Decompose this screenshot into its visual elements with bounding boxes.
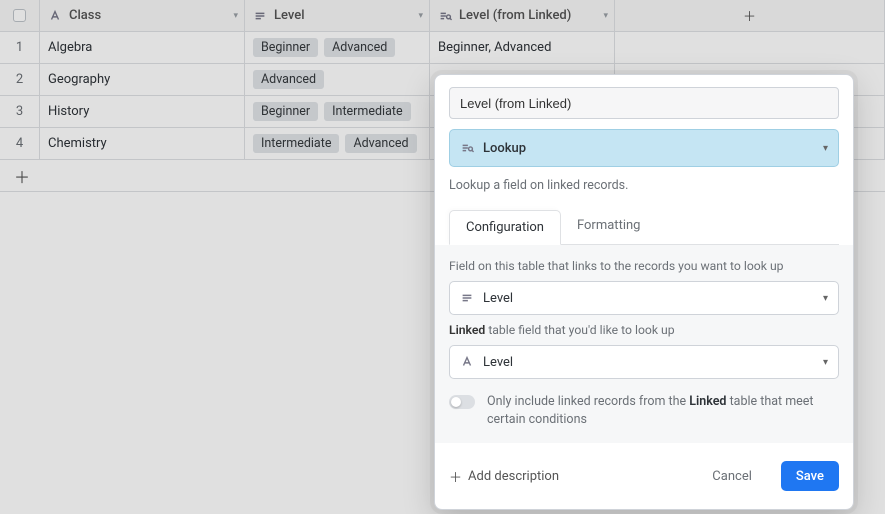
conditions-toggle[interactable] (449, 395, 475, 409)
multiselect-field-icon (460, 291, 475, 305)
target-field-select[interactable]: Level ▾ (449, 345, 839, 379)
field-name-input[interactable] (449, 87, 839, 119)
chevron-down-icon: ▾ (823, 357, 828, 368)
chevron-down-icon: ▾ (823, 293, 828, 304)
plus-icon: ＋ (449, 467, 462, 486)
text-field-icon (460, 355, 475, 369)
target-field-value: Level (483, 355, 513, 370)
popover-footer: ＋ Add description Cancel Save (435, 443, 853, 509)
lookup-field-icon (460, 141, 475, 155)
chevron-down-icon: ▾ (823, 143, 828, 154)
link-field-value: Level (483, 291, 513, 306)
field-type-hint: Lookup a field on linked records. (449, 177, 839, 195)
field-config-popover: Lookup ▾ Lookup a field on linked record… (434, 74, 854, 510)
tab-formatting[interactable]: Formatting (561, 209, 657, 244)
target-field-label: Linked table field that you'd like to lo… (449, 323, 839, 337)
field-type-label: Lookup (483, 141, 526, 156)
add-description-button[interactable]: ＋ Add description (449, 467, 559, 486)
tab-configuration[interactable]: Configuration (449, 210, 561, 245)
field-type-select[interactable]: Lookup ▾ (449, 129, 839, 167)
config-tabs: Configuration Formatting (449, 209, 839, 245)
config-panel: Field on this table that links to the re… (435, 245, 853, 443)
save-button[interactable]: Save (781, 461, 839, 491)
cancel-button[interactable]: Cancel (697, 461, 767, 491)
link-field-select[interactable]: Level ▾ (449, 281, 839, 315)
link-field-label: Field on this table that links to the re… (449, 259, 839, 273)
conditions-label: Only include linked records from the Lin… (487, 393, 839, 429)
